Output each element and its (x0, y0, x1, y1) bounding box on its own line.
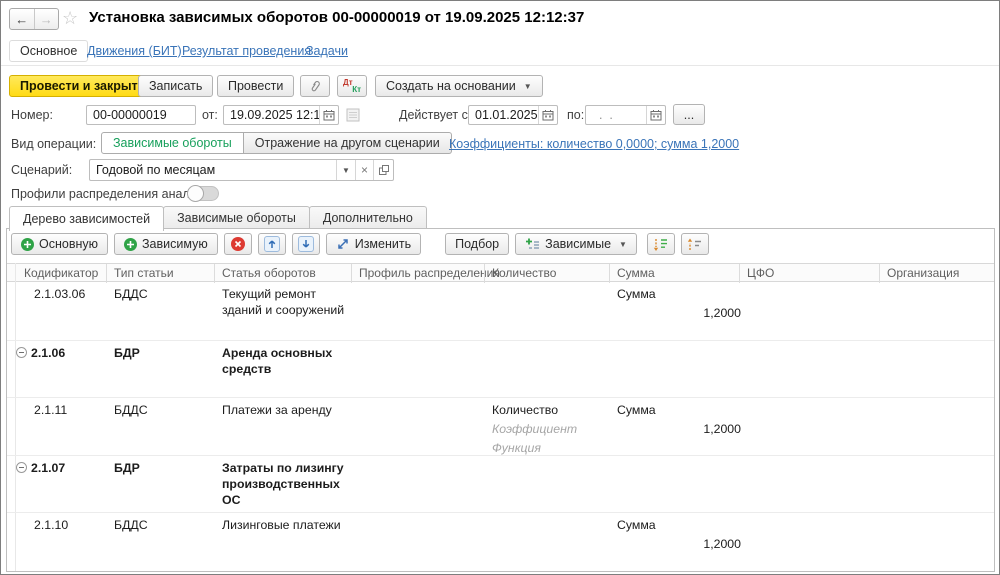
chevron-down-icon: ▼ (619, 240, 627, 249)
pick-button[interactable]: Подбор (445, 233, 509, 255)
post-button[interactable]: Провести (217, 75, 294, 97)
create-based-on-button[interactable]: Создать на основании ▼ (375, 75, 543, 97)
add-dependent-row-button[interactable]: Зависимую (114, 233, 218, 255)
change-arrows-icon (336, 237, 350, 251)
date-from-label: от: (202, 108, 218, 122)
nav-link-posting-result[interactable]: Результат проведения (182, 44, 311, 58)
back-button[interactable]: ← (10, 9, 34, 29)
column-header[interactable]: ЦФО (747, 266, 774, 280)
forward-button[interactable]: → (34, 9, 59, 29)
distribution-profiles-toggle[interactable] (187, 186, 219, 201)
open-item-icon[interactable] (373, 160, 393, 180)
document-window: ← → ☆ Установка зависимых оборотов 00-00… (0, 0, 1000, 575)
table-row[interactable]: 2.1.03.06 БДДС Текущий ремонт зданий и с… (7, 282, 994, 341)
plus-icon (21, 238, 34, 251)
toggle-knob (187, 185, 204, 202)
clear-icon[interactable]: × (355, 160, 373, 180)
column-header[interactable]: Профиль распределения (359, 266, 500, 280)
collapse-node-icon[interactable] (16, 347, 27, 358)
coefficients-link[interactable]: Коэффициенты: количество 0,0000; сумма 1… (449, 137, 739, 151)
operation-kind-label: Вид операции: (11, 137, 96, 151)
add-list-icon (525, 237, 540, 251)
operation-kind-switch: Зависимые обороты Отражение на другом сц… (101, 132, 452, 154)
document-date-field[interactable]: 19.09.2025 12:12:37 (223, 105, 339, 125)
grid-header: Кодификатор Тип статьи Статья оборотов П… (7, 263, 994, 282)
column-header[interactable]: Тип статьи (114, 266, 174, 280)
number-label: Номер: (11, 108, 53, 122)
arrow-down-icon (298, 236, 314, 252)
number-field[interactable]: 00-00000019 (86, 105, 196, 125)
paperclip-icon (308, 79, 322, 93)
nav-link-movements[interactable]: Движения (БИТ) (87, 44, 182, 58)
column-header[interactable]: Количество (492, 266, 556, 280)
post-and-close-button[interactable]: Провести и закрыть (9, 75, 156, 97)
scenario-combobox[interactable]: Годовой по месяцам ▼ × (89, 159, 394, 181)
collapse-levels-button[interactable] (681, 233, 709, 255)
dt-kt-icon: Дт Кт (343, 78, 361, 94)
arrow-up-icon (264, 236, 280, 252)
valid-from-field[interactable]: 01.01.2025 (468, 105, 558, 125)
tab-dependency-tree[interactable]: Дерево зависимостей (9, 206, 164, 231)
attachments-button[interactable] (300, 75, 330, 97)
chevron-down-icon[interactable]: ▼ (336, 160, 355, 180)
collapse-levels-icon (687, 237, 702, 252)
tab-strip: Дерево зависимостей Зависимые обороты До… (9, 206, 426, 229)
tree-toolbar: Основную Зависимую Изменить Подбор (11, 233, 709, 255)
calendar-icon[interactable] (646, 106, 665, 124)
chevron-down-icon: ▼ (524, 82, 532, 91)
plus-icon (124, 238, 137, 251)
column-header[interactable]: Статья оборотов (222, 266, 316, 280)
column-header[interactable]: Сумма (617, 266, 655, 280)
dependency-tree-panel: Основную Зависимую Изменить Подбор (6, 228, 995, 572)
table-row[interactable]: 2.1.10 БДДС Лизинговые платежи Сумма 1,2… (7, 513, 994, 571)
write-button[interactable]: Записать (138, 75, 213, 97)
collapse-node-icon[interactable] (16, 462, 27, 473)
nav-link-tasks[interactable]: Задачи (306, 44, 348, 58)
scenario-label: Сценарий: (11, 163, 72, 177)
valid-to-label: по: (567, 108, 584, 122)
calendar-icon[interactable] (319, 106, 338, 124)
more-actions-button[interactable]: ... (673, 104, 705, 125)
expand-levels-button[interactable] (647, 233, 675, 255)
operation-option-dependent-turnovers[interactable]: Зависимые обороты (101, 132, 244, 154)
column-header[interactable]: Кодификатор (24, 266, 98, 280)
expand-levels-icon (653, 237, 668, 252)
related-documents-icon (346, 108, 360, 122)
table-row[interactable]: 2.1.11 БДДС Платежи за аренду Количество… (7, 398, 994, 456)
column-header[interactable]: Организация (887, 266, 959, 280)
favorite-star-icon[interactable]: ☆ (62, 8, 78, 28)
dependents-menu-button[interactable]: Зависимые ▼ (515, 233, 637, 255)
nav-item-main[interactable]: Основное (9, 40, 88, 62)
delete-icon (231, 237, 245, 251)
header-divider (1, 65, 999, 66)
change-button[interactable]: Изменить (326, 233, 421, 255)
page-title: Установка зависимых оборотов 00-00000019… (89, 9, 584, 26)
add-main-row-button[interactable]: Основную (11, 233, 108, 255)
delete-row-button[interactable] (224, 233, 252, 255)
operation-option-other-scenario[interactable]: Отражение на другом сценарии (244, 132, 452, 154)
tab-dependent-turnovers[interactable]: Зависимые обороты (163, 206, 310, 229)
valid-from-label: Действует с: (399, 108, 471, 122)
move-down-button[interactable] (292, 233, 320, 255)
valid-to-field[interactable]: . . (585, 105, 666, 125)
table-row[interactable]: 2.1.06 БДР Аренда основных средств (7, 341, 994, 398)
move-up-button[interactable] (258, 233, 286, 255)
table-row[interactable]: 2.1.07 БДР Затраты по лизингу производст… (7, 456, 994, 513)
dependency-tree-grid: 2.1.03.06 БДДС Текущий ремонт зданий и с… (7, 282, 994, 571)
tab-additional[interactable]: Дополнительно (309, 206, 427, 229)
calendar-icon[interactable] (538, 106, 557, 124)
dt-kt-button[interactable]: Дт Кт (337, 75, 367, 97)
history-nav-group: ← → (9, 8, 59, 30)
